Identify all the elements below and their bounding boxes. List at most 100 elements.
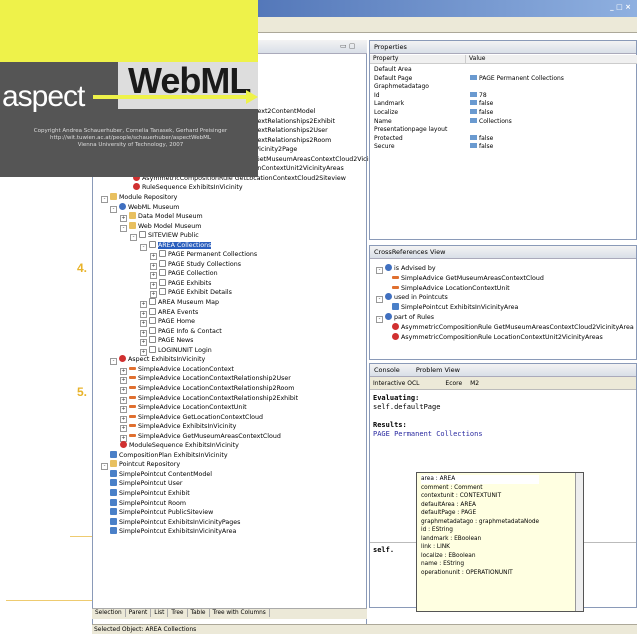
level-select[interactable]: M2 (470, 380, 479, 387)
window-controls[interactable]: _ □ × (610, 3, 631, 11)
collapse-icon[interactable]: - (101, 195, 108, 203)
tree-item[interactable]: + PAGE Home (140, 317, 195, 328)
tree-item[interactable]: - Aspect ExhibitsInVicinity (110, 355, 205, 366)
tree-item[interactable]: AsymmetricCompositionRule GetMuseumAreas… (392, 322, 634, 332)
tree-item[interactable]: + SimpleAdvice GetMuseumAreasContextCloud (120, 432, 281, 442)
completion-item[interactable]: link : LINK (421, 543, 539, 552)
tree-item[interactable]: + SimpleAdvice LocationContext (120, 365, 234, 375)
collapse-icon[interactable]: - (376, 296, 383, 304)
tree-item[interactable]: + SimpleAdvice ExhibitsInVicinity (120, 422, 236, 433)
collapse-icon[interactable]: - (140, 243, 147, 251)
collapse-icon[interactable]: - (120, 224, 127, 232)
explorer-view-controls[interactable]: ▭ ▢ (340, 42, 355, 50)
collapse-icon[interactable]: - (101, 463, 108, 471)
console-tab[interactable]: Console (374, 366, 400, 374)
collapse-icon[interactable]: - (376, 267, 383, 274)
ocl-input[interactable]: self. (373, 546, 394, 554)
tree-item[interactable]: CompositionPlan ExhibitsInVicinity (110, 450, 228, 460)
tree-item-label: SimpleAdvice LocationContextUnit (138, 404, 247, 412)
completion-item[interactable]: name : EString (421, 560, 539, 569)
problem-view-tab[interactable]: Problem View (416, 366, 460, 374)
completion-item[interactable]: defaultPage : PAGE (421, 509, 539, 518)
tree-item[interactable]: + Data Model Museum (120, 212, 203, 223)
bottom-tab[interactable]: Tree with Columns (210, 609, 270, 617)
completion-item[interactable]: id : EString (421, 526, 539, 535)
tree-item[interactable]: ntext2ContentModel (251, 107, 315, 116)
completion-item[interactable]: area : AREA (421, 475, 540, 484)
tree-item-label: Data Model Museum (138, 213, 203, 221)
collapse-icon[interactable]: - (110, 358, 117, 366)
tree-item[interactable]: + SimpleAdvice LocationContextRelationshi… (120, 394, 298, 404)
bottom-tab[interactable]: Table (188, 609, 210, 617)
tree-item[interactable]: + PAGE Collection (150, 269, 218, 280)
property-name: Secure (374, 143, 395, 151)
popup-scrollbar[interactable] (575, 473, 583, 611)
tree-item[interactable]: SimplePointcut ExhibitsInVicinityPages (110, 517, 240, 527)
tree-item[interactable]: RuleSequence ExhibitsInVicinity (133, 183, 243, 192)
completion-item[interactable]: contextunit : CONTEXTUNIT (421, 492, 539, 501)
tree-item[interactable]: - AREA Collections (140, 240, 212, 251)
tree-item[interactable]: SimplePointcut Exhibit (110, 489, 190, 498)
properties-tab[interactable]: Properties (374, 43, 407, 51)
tree-item[interactable]: + LOGINUNIT Login (140, 345, 212, 356)
bottom-tab[interactable]: Selection (92, 609, 126, 617)
property-row[interactable]: Secure false (370, 142, 636, 151)
bottom-tab[interactable]: Parent (126, 609, 152, 617)
tree-item[interactable]: SimplePointcut User (110, 479, 182, 488)
tree-item[interactable]: ntextRelationships2Exhibit (251, 117, 335, 126)
tree-item[interactable]: - WebML Museum (110, 202, 179, 213)
collapse-icon[interactable]: - (376, 316, 383, 323)
tree-item[interactable]: ModuleSequence ExhibitsInVicinity (120, 441, 239, 450)
tree-item[interactable]: SimpleAdvice LocationContextUnit (392, 284, 510, 293)
collapse-icon[interactable]: - (130, 234, 137, 242)
completion-item[interactable]: graphmetadatago : graphmetadataNode (421, 518, 539, 527)
tree-item[interactable]: ntextRelationships2User (251, 126, 328, 135)
tree-item[interactable]: ntextRelationships2Room (251, 136, 331, 145)
tree-item[interactable]: + SimpleAdvice GetLocationContextCloud (120, 413, 263, 423)
tree-item[interactable]: SimplePointcut ContentModel (110, 469, 212, 479)
tree-item[interactable]: - part of Rules (376, 313, 434, 323)
explorer-bottom-tabs: Selection Parent List Tree Table Tree with Co… (92, 608, 367, 619)
property-value-text: 78 (479, 91, 487, 99)
tree-item-label: RuleSequence ExhibitsInVicinity (142, 184, 243, 192)
completion-item[interactable]: operationunit : OPERATIONUNIT (421, 569, 539, 578)
crossref-tab[interactable]: CrossReferences View (374, 248, 445, 256)
tree-item[interactable]: - Module Repository (101, 192, 178, 203)
tree-item[interactable]: - SITEVIEW Public (130, 231, 199, 242)
tree-item[interactable]: SimplePointcut PublicSiteview (110, 508, 213, 517)
tree-item[interactable]: AsymmetricCompositionRule LocationContex… (392, 332, 603, 342)
step-number-4: 4. (77, 261, 88, 275)
tree-item[interactable]: SimplePointcut Room (110, 498, 186, 508)
tree-item-label: PAGE Permanent Collections (168, 251, 258, 259)
tree-item[interactable]: + SimpleAdvice LocationContextRelationshi… (120, 384, 294, 394)
tree-item[interactable]: + AREA Events (140, 307, 198, 318)
bottom-tab[interactable]: List (151, 609, 169, 617)
page-icon (159, 269, 166, 277)
mode-select[interactable]: Ecore (445, 380, 462, 387)
tree-item[interactable]: - used in Pointcuts (376, 293, 448, 304)
tree-item[interactable]: - is Advised by (376, 264, 436, 274)
tree-item[interactable]: + PAGE Exhibits (150, 278, 211, 289)
tree-item[interactable]: + SimpleAdvice LocationContextUnit (120, 403, 247, 414)
completion-item[interactable]: defaultArea : AREA (421, 501, 539, 510)
tree-item[interactable]: + SimpleAdvice LocationContextRelationshi… (120, 374, 291, 385)
tree-item[interactable]: + PAGE Exhibit Details (150, 288, 232, 299)
tree-item[interactable]: - Pointcut Repository (101, 460, 180, 471)
tree-item[interactable]: SimpleAdvice GetMuseumAreasContextCloud (392, 274, 544, 283)
tree-item[interactable]: + PAGE News (140, 336, 193, 347)
tree-item[interactable]: - Web Model Museum (120, 221, 201, 232)
tree-item[interactable]: + AREA Museum Map (140, 298, 219, 308)
col-value-header[interactable]: Value (466, 55, 637, 64)
col-property-header[interactable]: Property (370, 55, 466, 64)
completion-item[interactable]: comment : Comment (421, 484, 539, 493)
completion-item[interactable]: landmark : EBoolean (421, 535, 539, 544)
tree-item[interactable]: SimplePointcut ExhibitsInVicinityArea (110, 527, 236, 536)
tree-item-label: Module Repository (119, 193, 178, 201)
tree-item[interactable]: + PAGE Permanent Collections (150, 250, 258, 261)
bottom-tab[interactable]: Tree (168, 609, 188, 617)
completion-item[interactable]: localize : EBoolean (421, 552, 539, 561)
tree-item[interactable]: + PAGE Study Collections (150, 259, 241, 270)
collapse-icon[interactable]: - (110, 205, 117, 213)
tree-item[interactable]: SimplePointcut ExhibitsInVicinityArea (392, 303, 518, 312)
tree-item[interactable]: + PAGE Info & Contact (140, 326, 222, 337)
